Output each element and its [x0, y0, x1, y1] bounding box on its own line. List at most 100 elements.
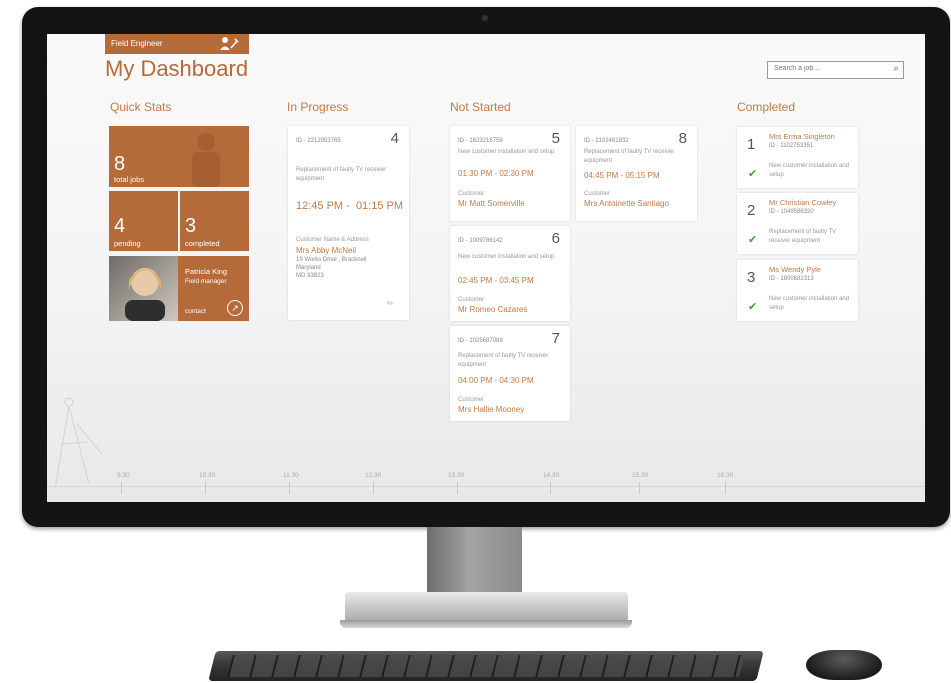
customer-label: Customer Name & Address — [296, 237, 369, 243]
manager-name: Patricia King — [185, 267, 228, 276]
manager-avatar — [109, 256, 178, 321]
job-description: New customer installation and setup — [769, 163, 850, 178]
timeline-marker — [373, 482, 374, 494]
search-icon[interactable]: ⌕ — [893, 63, 899, 74]
monitor-stand-base — [345, 592, 628, 622]
quick-stats-title: Quick Stats — [110, 100, 172, 114]
job-end-time: 03:45 PM — [499, 276, 534, 285]
address-line-2: Maryland — [296, 265, 321, 271]
not-started-card[interactable]: ID - 2102481832 8 Replacement of faulty … — [576, 126, 697, 221]
customer-label: Customer — [458, 297, 485, 303]
job-number: 1 — [747, 136, 756, 153]
mouse — [806, 650, 882, 680]
job-start-time: 12:45 PM — [296, 200, 344, 212]
contact-arrow-icon[interactable]: ↗ — [227, 300, 243, 316]
address-line-1: 19 Works Drive , Bracknell — [296, 257, 367, 263]
check-icon: ✔ — [748, 301, 758, 313]
job-id: ID - 1102753351 — [769, 143, 814, 149]
timeline-axis — [47, 486, 925, 487]
job-id: ID - 2102481832 — [584, 138, 629, 144]
job-description: New customer installation and setup — [458, 149, 555, 155]
timeline-marker — [205, 482, 206, 494]
customer-name: Mrs Abby McNeil — [296, 246, 357, 255]
search-box[interactable]: ⌕ — [767, 61, 904, 79]
completed-card[interactable]: 3 Ms Wendy Pyle ID - 1800682313 ✔ New cu… — [737, 260, 858, 321]
customer-name: Mr Matt Somerville — [458, 199, 525, 208]
job-id: ID - 1049586320 — [769, 209, 814, 215]
timeline-tick: 13.30 — [448, 472, 465, 479]
job-number: 6 — [551, 230, 560, 247]
manager-role: Field manager — [185, 278, 227, 285]
completed-count: 3 — [185, 215, 197, 237]
pending-count: 4 — [114, 215, 126, 237]
pending-tile[interactable]: 4 pending — [109, 191, 178, 251]
job-end-time: 02:30 PM — [499, 169, 534, 178]
timeline-marker — [457, 482, 458, 494]
not-started-card[interactable]: ID - 1009786142 6 New customer installat… — [450, 226, 570, 321]
contact-label: contact — [185, 308, 206, 315]
job-start-time: 04:00 PM — [458, 376, 493, 385]
job-id: ID - 1009786142 — [458, 238, 503, 244]
in-progress-title: In Progress — [287, 100, 349, 114]
job-description: New customer installation and setup — [769, 296, 850, 311]
job-time: 02:45 PM - 03:45 PM — [458, 276, 534, 285]
completed-card[interactable]: 1 Mrs Erma Singleton ID - 1102753351 ✔ N… — [737, 127, 858, 188]
job-number: 7 — [551, 330, 560, 347]
job-start-time: 04:45 PM — [584, 171, 619, 180]
timeline-tick: 14.30 — [543, 472, 560, 479]
not-started-card[interactable]: ID - 1025687089 7 Replacement of faulty … — [450, 326, 570, 421]
job-number: 2 — [747, 202, 756, 219]
job-start-time: 02:45 PM — [458, 276, 493, 285]
in-progress-card[interactable]: ID - 2212953765 4 Replacement of faulty … — [288, 126, 409, 320]
timeline[interactable]: 9.30 10.30 11.30 12.30 13.30 14.30 15.30… — [47, 472, 925, 502]
not-started-title: Not Started — [450, 100, 511, 114]
search-input[interactable] — [772, 64, 886, 73]
job-id: ID - 1800682313 — [769, 276, 814, 282]
customer-label: Customer — [458, 397, 485, 403]
completed-card[interactable]: 2 Mr Christian Cowley ID - 1049586320 ✔ … — [737, 193, 858, 254]
job-end-time: 05:15 PM — [625, 171, 660, 180]
edit-pencil-icon[interactable]: ✎ — [384, 297, 397, 310]
page-title: My Dashboard — [105, 56, 249, 81]
job-description: Replacement of faulty TV receiver equipm… — [296, 167, 387, 182]
keyboard — [208, 651, 764, 681]
timeline-tick: 12.30 — [365, 472, 382, 479]
job-description: New customer installation and setup — [458, 254, 555, 260]
completed-tile[interactable]: 3 completed — [180, 191, 249, 251]
job-time: 04:00 PM - 04:30 PM — [458, 376, 534, 385]
check-icon: ✔ — [748, 168, 758, 180]
job-number: 5 — [551, 130, 560, 147]
timeline-tick: 15.30 — [632, 472, 649, 479]
job-number: 4 — [390, 130, 399, 147]
role-label: Field Engineer — [111, 39, 163, 48]
timeline-tick: 9.30 — [117, 472, 130, 479]
timeline-marker — [550, 482, 551, 494]
app-screen: Field Engineer My Dashboard ⌕ Quick Stat… — [47, 34, 925, 502]
timeline-marker — [639, 482, 640, 494]
customer-name: Mrs Erma Singleton — [769, 132, 835, 141]
customer-name: Mrs Hallie Mooney — [458, 405, 525, 414]
total-jobs-count: 8 — [114, 153, 126, 175]
not-started-card[interactable]: ID - 1623218759 5 New customer installat… — [450, 126, 570, 221]
job-number: 8 — [678, 130, 687, 147]
manager-tile[interactable]: Patricia King Field manager contact ↗ — [109, 256, 249, 321]
timeline-marker — [725, 482, 726, 494]
monitor-stand-neck — [427, 527, 522, 597]
total-jobs-tile[interactable]: 8 total jobs — [109, 126, 249, 187]
customer-label: Customer — [458, 191, 485, 197]
job-description: Replacement of faulty TV receiver equipm… — [584, 149, 675, 164]
timeline-marker — [121, 482, 122, 494]
job-start-time: 01:30 PM — [458, 169, 493, 178]
job-time: 01:30 PM - 02:30 PM — [458, 169, 534, 178]
job-end-time: 04:30 PM — [499, 376, 534, 385]
check-icon: ✔ — [748, 234, 758, 246]
webcam-dot — [482, 15, 488, 21]
completed-label: completed — [185, 239, 220, 248]
address-line-3: MD 33823 — [296, 273, 324, 279]
completed-title: Completed — [737, 100, 796, 114]
job-id: ID - 1623218759 — [458, 138, 503, 144]
customer-name: Mrs Antoinette Santiago — [584, 199, 669, 208]
pending-label: pending — [114, 239, 141, 248]
customer-label: Customer — [584, 191, 611, 197]
job-id: ID - 2212953765 — [296, 138, 341, 144]
